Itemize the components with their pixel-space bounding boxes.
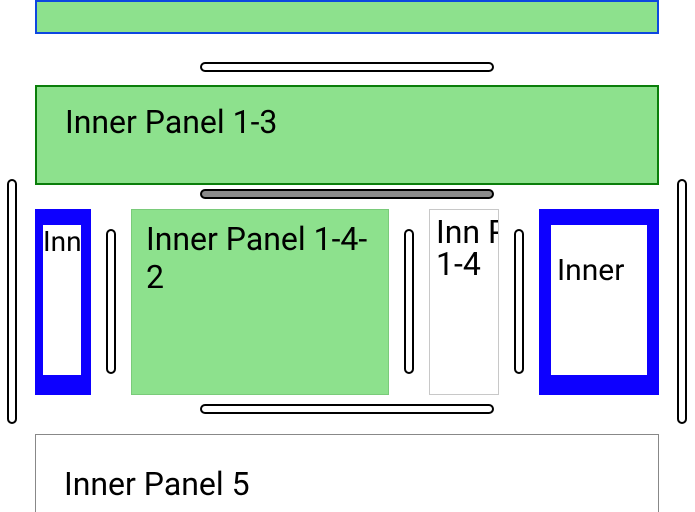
- inner-panel-1-3-label: Inner Panel 1-3: [65, 103, 277, 141]
- inner-panel-1-4-4-label: Inner: [557, 253, 624, 288]
- inner-panel-5: Inner Panel 5: [35, 434, 659, 512]
- inner-panel-1-4-2: Inner Panel 1-4-2: [131, 209, 389, 395]
- h-divider-3[interactable]: [200, 404, 494, 414]
- inner-panel-1-4-1-label: Inner: [43, 225, 81, 258]
- v-divider-3[interactable]: [514, 229, 524, 374]
- v-divider-outer-right[interactable]: [677, 179, 687, 424]
- v-divider-1[interactable]: [106, 229, 116, 374]
- inner-panel-1-4-4-content[interactable]: Inner: [551, 225, 647, 375]
- inner-panel-1-4-2-label: Inner Panel 1-4-2: [146, 220, 367, 296]
- inner-panel-1-4-3-label: Inn Pa 1-4: [436, 213, 499, 283]
- h-divider-2[interactable]: [200, 189, 494, 199]
- inner-panel-1-4-3[interactable]: Inn Pa 1-4: [429, 209, 499, 395]
- inner-panel-5-label: Inner Panel 5: [64, 465, 250, 503]
- h-divider-1[interactable]: [200, 62, 494, 72]
- inner-panel-1-4-1: Inner: [35, 209, 91, 395]
- inner-panel-1-3[interactable]: Inner Panel 1-3: [35, 85, 659, 185]
- inner-panel-1-4-1-content[interactable]: Inner: [43, 225, 81, 375]
- v-divider-2[interactable]: [404, 229, 414, 374]
- inner-panel-1-2: [35, 0, 659, 34]
- v-divider-outer-left[interactable]: [7, 179, 17, 424]
- inner-panel-1-4-4: Inner: [539, 209, 659, 395]
